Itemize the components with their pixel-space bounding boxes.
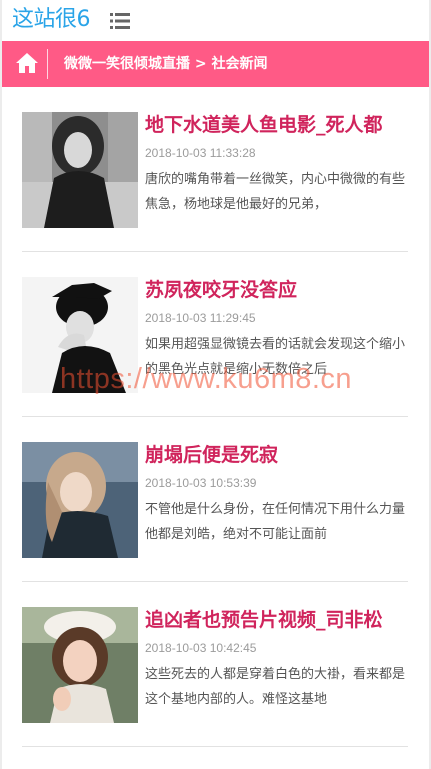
article-summary: 唐欣的嘴角带着一丝微笑，内心中微微的有些焦急，杨地球是他最好的兄弟， [145, 172, 405, 212]
thumbnail-image [22, 442, 138, 558]
breadcrumb: 微微一笑很倾城直播 > 社会新闻 [2, 41, 429, 87]
article-summary: 不管他是什么身份，在任何情况下用什么力量他都是刘皓，绝对不可能让面前 [145, 502, 405, 542]
article-time: 2018-10-03 10:53:39 [145, 476, 257, 490]
list-item[interactable]: 崩塌后便是死寂 2018-10-03 10:53:39 不管他是什么身份，在任何… [2, 417, 429, 582]
thumbnail-image [22, 607, 138, 723]
article-title[interactable]: 苏夙夜咬牙没答应 [145, 276, 407, 304]
article-summary: 这些死去的人都是穿着白色的大褂，看来都是这个基地内部的人。难怪这基地 [145, 667, 405, 707]
article-time: 2018-10-03 10:42:45 [145, 641, 257, 655]
thumbnail-image [22, 277, 138, 393]
article-thumbnail[interactable] [22, 277, 138, 393]
article-thumbnail[interactable] [22, 112, 138, 228]
page: 这站很6 微微一笑很倾城直播 > 社会新闻 地下水道美人鱼电影_死人都 2018… [0, 0, 431, 769]
article-summary: 如果用超强显微镜去看的话就会发现这个缩小的黑色光点就是缩小无数倍之后 [145, 337, 405, 377]
menu-icon[interactable] [110, 13, 130, 29]
article-time: 2018-10-03 11:29:45 [145, 311, 256, 325]
breadcrumb-text[interactable]: 微微一笑很倾城直播 > 社会新闻 [64, 53, 267, 75]
article-thumbnail[interactable] [22, 607, 138, 723]
site-logo[interactable]: 这站很6 [12, 6, 91, 34]
breadcrumb-divider [47, 49, 48, 79]
divider [22, 746, 408, 747]
article-title[interactable]: 地下水道美人鱼电影_死人都 [145, 111, 407, 139]
header: 这站很6 [2, 0, 429, 41]
article-thumbnail[interactable] [22, 442, 138, 558]
list-item[interactable]: 追凶者也预告片视频_司非松 2018-10-03 10:42:45 这些死去的人… [2, 582, 429, 747]
list-item[interactable]: 苏夙夜咬牙没答应 2018-10-03 11:29:45 如果用超强显微镜去看的… [2, 252, 429, 417]
article-title[interactable]: 崩塌后便是死寂 [145, 441, 407, 469]
page-container: 这站很6 微微一笑很倾城直播 > 社会新闻 地下水道美人鱼电影_死人都 2018… [2, 0, 429, 769]
list-item[interactable]: 地下水道美人鱼电影_死人都 2018-10-03 11:33:28 唐欣的嘴角带… [2, 87, 429, 252]
article-title[interactable]: 追凶者也预告片视频_司非松 [145, 606, 407, 634]
home-icon[interactable] [15, 52, 39, 74]
article-time: 2018-10-03 11:33:28 [145, 146, 256, 160]
thumbnail-image [22, 112, 138, 228]
